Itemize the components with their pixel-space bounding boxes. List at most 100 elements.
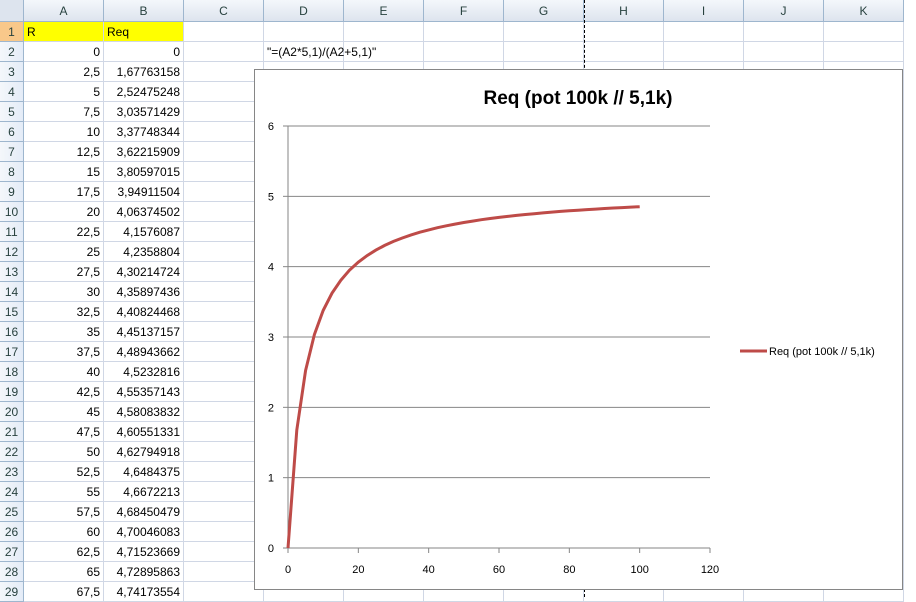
cell-G1[interactable] xyxy=(504,22,584,42)
cell-C2[interactable] xyxy=(184,42,264,62)
cell-B27[interactable]: 4,71523669 xyxy=(104,542,184,562)
cell-B18[interactable]: 4,5232816 xyxy=(104,362,184,382)
cell-B21[interactable]: 4,60551331 xyxy=(104,422,184,442)
cell-C11[interactable] xyxy=(184,222,264,242)
column-header-D[interactable]: D xyxy=(264,0,344,22)
cell-B5[interactable]: 3,03571429 xyxy=(104,102,184,122)
cell-C12[interactable] xyxy=(184,242,264,262)
cell-C20[interactable] xyxy=(184,402,264,422)
cell-A24[interactable]: 55 xyxy=(24,482,104,502)
cell-B12[interactable]: 4,2358804 xyxy=(104,242,184,262)
cell-C10[interactable] xyxy=(184,202,264,222)
column-header-E[interactable]: E xyxy=(344,0,424,22)
row-header-11[interactable]: 11 xyxy=(0,222,24,242)
column-header-J[interactable]: J xyxy=(744,0,824,22)
cell-B24[interactable]: 4,6672213 xyxy=(104,482,184,502)
row-header-29[interactable]: 29 xyxy=(0,582,24,602)
cell-A7[interactable]: 12,5 xyxy=(24,142,104,162)
cell-C1[interactable] xyxy=(184,22,264,42)
cell-C18[interactable] xyxy=(184,362,264,382)
cell-A10[interactable]: 20 xyxy=(24,202,104,222)
row-header-2[interactable]: 2 xyxy=(0,42,24,62)
cell-C22[interactable] xyxy=(184,442,264,462)
row-header-1[interactable]: 1 xyxy=(0,22,24,42)
row-header-13[interactable]: 13 xyxy=(0,262,24,282)
cell-A21[interactable]: 47,5 xyxy=(24,422,104,442)
column-header-C[interactable]: C xyxy=(184,0,264,22)
cell-B19[interactable]: 4,55357143 xyxy=(104,382,184,402)
cell-C26[interactable] xyxy=(184,522,264,542)
cell-C17[interactable] xyxy=(184,342,264,362)
row-header-27[interactable]: 27 xyxy=(0,542,24,562)
cell-F2[interactable] xyxy=(424,42,504,62)
cell-I2[interactable] xyxy=(664,42,744,62)
row-header-21[interactable]: 21 xyxy=(0,422,24,442)
cell-B13[interactable]: 4,30214724 xyxy=(104,262,184,282)
cell-A26[interactable]: 60 xyxy=(24,522,104,542)
cell-J1[interactable] xyxy=(744,22,824,42)
cell-A20[interactable]: 45 xyxy=(24,402,104,422)
cell-G2[interactable] xyxy=(504,42,584,62)
column-header-B[interactable]: B xyxy=(104,0,184,22)
cell-C19[interactable] xyxy=(184,382,264,402)
cell-C27[interactable] xyxy=(184,542,264,562)
column-header-A[interactable]: A xyxy=(24,0,104,22)
cell-A13[interactable]: 27,5 xyxy=(24,262,104,282)
cell-B15[interactable]: 4,40824468 xyxy=(104,302,184,322)
cell-A3[interactable]: 2,5 xyxy=(24,62,104,82)
cell-E2[interactable] xyxy=(344,42,424,62)
row-header-22[interactable]: 22 xyxy=(0,442,24,462)
cell-C25[interactable] xyxy=(184,502,264,522)
cell-B9[interactable]: 3,94911504 xyxy=(104,182,184,202)
cell-B4[interactable]: 2,52475248 xyxy=(104,82,184,102)
cell-K1[interactable] xyxy=(824,22,904,42)
cell-B28[interactable]: 4,72895863 xyxy=(104,562,184,582)
cell-J2[interactable] xyxy=(744,42,824,62)
cell-C15[interactable] xyxy=(184,302,264,322)
row-header-12[interactable]: 12 xyxy=(0,242,24,262)
cell-C3[interactable] xyxy=(184,62,264,82)
row-header-24[interactable]: 24 xyxy=(0,482,24,502)
cell-B11[interactable]: 4,1576087 xyxy=(104,222,184,242)
cell-A14[interactable]: 30 xyxy=(24,282,104,302)
cell-A27[interactable]: 62,5 xyxy=(24,542,104,562)
cell-A8[interactable]: 15 xyxy=(24,162,104,182)
cell-B23[interactable]: 4,6484375 xyxy=(104,462,184,482)
cell-H2[interactable] xyxy=(584,42,664,62)
cell-E1[interactable] xyxy=(344,22,424,42)
cell-C24[interactable] xyxy=(184,482,264,502)
cell-C7[interactable] xyxy=(184,142,264,162)
cell-I1[interactable] xyxy=(664,22,744,42)
cell-B2[interactable]: 0 xyxy=(104,42,184,62)
column-header-K[interactable]: K xyxy=(824,0,904,22)
row-header-25[interactable]: 25 xyxy=(0,502,24,522)
cell-B14[interactable]: 4,35897436 xyxy=(104,282,184,302)
row-header-4[interactable]: 4 xyxy=(0,82,24,102)
cell-C8[interactable] xyxy=(184,162,264,182)
cell-B3[interactable]: 1,67763158 xyxy=(104,62,184,82)
row-header-26[interactable]: 26 xyxy=(0,522,24,542)
row-header-28[interactable]: 28 xyxy=(0,562,24,582)
cell-A25[interactable]: 57,5 xyxy=(24,502,104,522)
column-header-F[interactable]: F xyxy=(424,0,504,22)
row-header-8[interactable]: 8 xyxy=(0,162,24,182)
cell-A6[interactable]: 10 xyxy=(24,122,104,142)
cell-F1[interactable] xyxy=(424,22,504,42)
cell-C14[interactable] xyxy=(184,282,264,302)
row-header-14[interactable]: 14 xyxy=(0,282,24,302)
cell-A4[interactable]: 5 xyxy=(24,82,104,102)
cell-A18[interactable]: 40 xyxy=(24,362,104,382)
cell-A2[interactable]: 0 xyxy=(24,42,104,62)
row-header-16[interactable]: 16 xyxy=(0,322,24,342)
cell-B17[interactable]: 4,48943662 xyxy=(104,342,184,362)
cell-C29[interactable] xyxy=(184,582,264,602)
row-header-19[interactable]: 19 xyxy=(0,382,24,402)
row-header-18[interactable]: 18 xyxy=(0,362,24,382)
cell-C13[interactable] xyxy=(184,262,264,282)
cell-B20[interactable]: 4,58083832 xyxy=(104,402,184,422)
cell-B25[interactable]: 4,68450479 xyxy=(104,502,184,522)
cell-A23[interactable]: 52,5 xyxy=(24,462,104,482)
cell-A15[interactable]: 32,5 xyxy=(24,302,104,322)
cell-A19[interactable]: 42,5 xyxy=(24,382,104,402)
column-header-H[interactable]: H xyxy=(584,0,664,22)
